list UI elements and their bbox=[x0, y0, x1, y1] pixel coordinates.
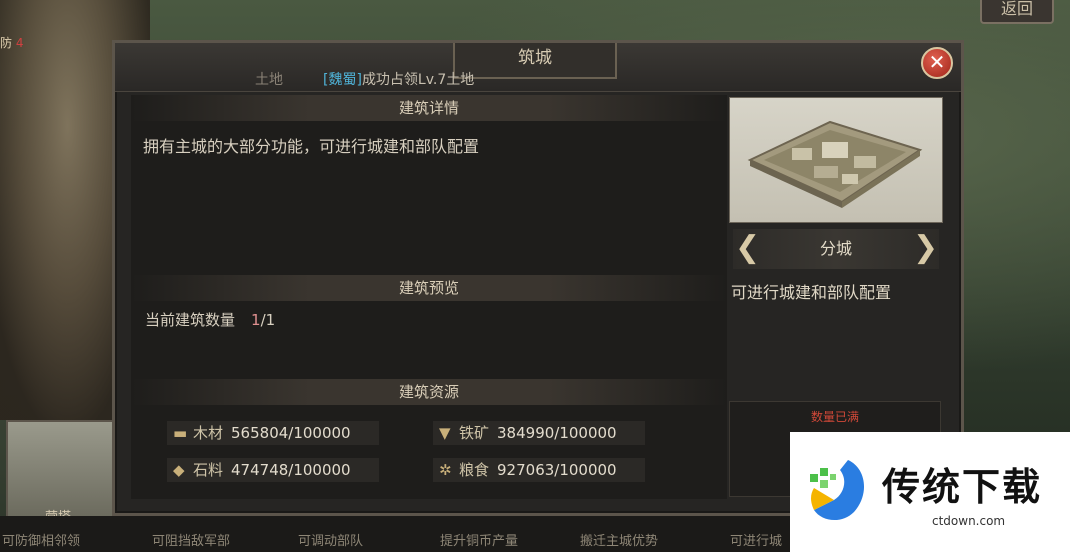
watermark-url: ctdown.com bbox=[932, 514, 1006, 528]
tag-count: 4 bbox=[15, 36, 24, 50]
building-info-panel: 建筑详情 拥有主城的大部分功能，可进行城建和部队配置 建筑预览 当前建筑数量 1/… bbox=[131, 95, 727, 499]
strip-item[interactable]: 可进行城 bbox=[730, 530, 782, 549]
resource-value: 927063/100000 bbox=[497, 461, 617, 479]
building-count-current: 1 bbox=[251, 311, 261, 329]
resource-value: 474748/100000 bbox=[231, 461, 351, 479]
strip-item[interactable]: 可阻挡敌军部 bbox=[152, 530, 230, 549]
strip-item[interactable]: 提升铜币产量 bbox=[440, 530, 518, 549]
city-fortress-icon bbox=[747, 120, 923, 208]
occupy-notice: 土地 [魏蜀]成功占领Lv.7土地 bbox=[255, 69, 474, 89]
iron-icon: ▼ bbox=[439, 424, 451, 442]
city-type-selector: ❮ 分城 ❯ bbox=[733, 229, 939, 269]
watermark-logo-icon bbox=[810, 460, 865, 521]
wood-icon: ▬ bbox=[173, 424, 188, 442]
strip-item[interactable]: 搬迁主城优势 bbox=[580, 530, 658, 549]
building-thumb-barracks[interactable] bbox=[6, 420, 114, 520]
notice-prefix: 土地 bbox=[255, 72, 283, 88]
tag-text: 防 bbox=[0, 36, 13, 50]
building-count-row: 当前建筑数量 1/1 bbox=[145, 309, 275, 330]
notice-faction: [魏蜀] bbox=[323, 72, 362, 88]
resource-value: 384990/100000 bbox=[497, 424, 617, 442]
resource-name: 木材 bbox=[193, 424, 224, 442]
resource-grain: ✲ 粮食 927063/100000 bbox=[433, 458, 645, 482]
preview-header: 建筑预览 bbox=[131, 275, 727, 301]
resource-wood: ▬ 木材 565804/100000 bbox=[167, 421, 379, 445]
strip-item[interactable]: 可防御相邻领 bbox=[2, 530, 80, 549]
modal-title: 筑城 bbox=[453, 43, 617, 79]
resource-stone: ◆ 石料 474748/100000 bbox=[167, 458, 379, 482]
city-type-description: 可进行城建和部队配置 bbox=[731, 283, 892, 302]
quantity-full-label: 数量已满 bbox=[810, 410, 859, 424]
watermark: 传统下载 ctdown.com bbox=[790, 432, 1070, 552]
notice-message: 成功占领Lv.7土地 bbox=[361, 72, 475, 88]
details-description: 拥有主城的大部分功能，可进行城建和部队配置 bbox=[143, 137, 480, 156]
resource-iron: ▼ 铁矿 384990/100000 bbox=[433, 421, 645, 445]
building-count-max: /1 bbox=[260, 311, 276, 329]
city-preview-image bbox=[729, 97, 943, 223]
resource-value: 565804/100000 bbox=[231, 424, 351, 442]
resource-name: 石料 bbox=[193, 461, 224, 479]
chevron-right-icon[interactable]: ❯ bbox=[913, 233, 938, 265]
resource-name: 铁矿 bbox=[459, 424, 490, 442]
strip-item[interactable]: 可调动部队 bbox=[298, 530, 363, 549]
top-left-tag: 防 4 bbox=[0, 34, 23, 51]
watermark-text: 传统下载 bbox=[882, 465, 1043, 509]
details-header: 建筑详情 bbox=[131, 95, 727, 121]
close-button[interactable]: ✕ bbox=[921, 47, 953, 79]
back-button[interactable]: 返回 bbox=[980, 0, 1054, 24]
city-type-name: 分城 bbox=[819, 239, 852, 258]
resource-name: 粮食 bbox=[459, 461, 490, 479]
stone-icon: ◆ bbox=[173, 461, 185, 479]
resources-header: 建筑资源 bbox=[131, 379, 727, 405]
grain-icon: ✲ bbox=[439, 461, 452, 479]
building-count-label: 当前建筑数量 bbox=[145, 311, 236, 329]
